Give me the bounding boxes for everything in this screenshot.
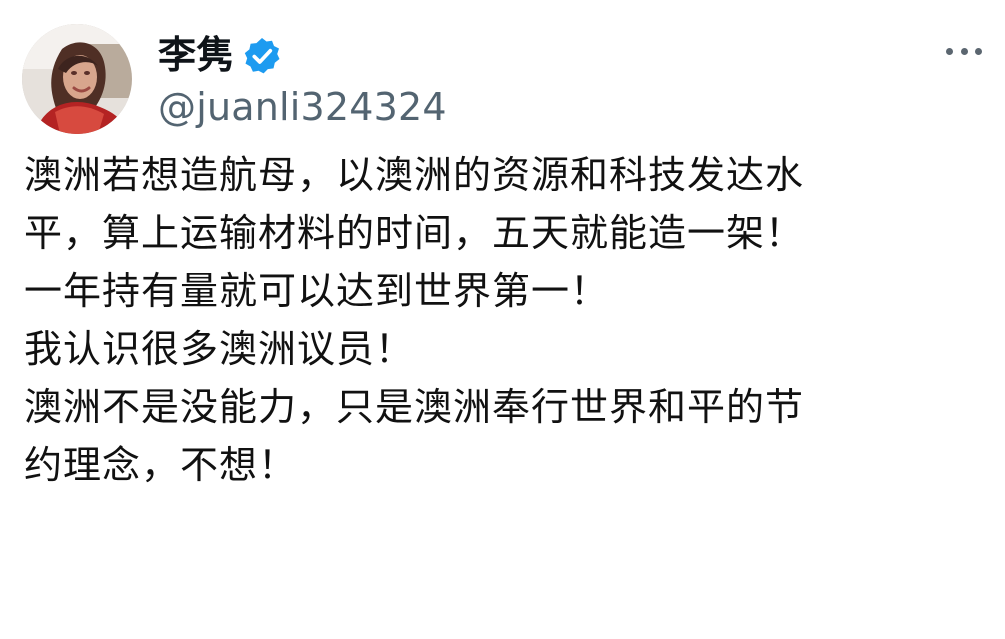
avatar[interactable]	[22, 24, 132, 134]
post-text: 澳洲若想造航母，以澳洲的资源和科技发达水 平，算上运输材料的时间，五天就能造一架…	[24, 146, 974, 632]
more-dot	[975, 47, 982, 55]
author-handle[interactable]: @juanli324324	[158, 88, 447, 126]
post-text-line: 我认识很多澳洲议员！	[24, 327, 415, 371]
post-text-line: 澳洲不是没能力，只是澳洲奉行世界和平的节	[24, 385, 805, 429]
author-display-name[interactable]: 李隽	[158, 36, 234, 74]
post-text-line: 平，算上运输材料的时间，五天就能造一架！	[24, 211, 805, 255]
verified-badge-icon	[242, 36, 282, 76]
more-dot	[960, 47, 968, 55]
author-name-row: 李隽	[158, 29, 282, 81]
post-text-line: 约理念，不想！	[24, 443, 298, 487]
avatar-image	[22, 24, 132, 134]
more-dots-icon[interactable]	[946, 40, 982, 62]
post-text-line: 澳洲若想造航母，以澳洲的资源和科技发达水	[24, 153, 805, 197]
post-header: 李隽 @juanli324324	[22, 24, 982, 136]
post-text-line: 一年持有量就可以达到世界第一！	[24, 269, 610, 313]
more-dot	[946, 47, 953, 55]
